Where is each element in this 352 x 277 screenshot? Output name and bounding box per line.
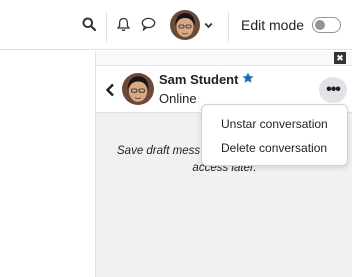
close-drawer-button[interactable]: ✖ <box>334 52 346 64</box>
conversation-actions-menu: Unstar conversation Delete conversation <box>201 104 348 166</box>
bell-icon[interactable] <box>114 15 132 33</box>
menu-item-unstar[interactable]: Unstar conversation <box>202 115 347 133</box>
chevron-down-icon <box>204 16 213 34</box>
top-navbar: Edit mode <box>0 0 352 50</box>
star-icon <box>242 72 254 87</box>
contact-avatar[interactable] <box>122 73 154 105</box>
edit-mode-toggle[interactable]: Edit mode <box>241 14 342 36</box>
ellipsis-icon: ••• <box>326 81 341 98</box>
contact-name[interactable]: Sam Student <box>159 72 254 87</box>
drawer-topbar: ✖ <box>96 51 352 65</box>
avatar <box>170 10 200 40</box>
contact-name-label: Sam Student <box>159 72 239 87</box>
user-menu[interactable] <box>170 10 213 40</box>
edit-mode-label: Edit mode <box>241 17 305 33</box>
chat-icon[interactable] <box>139 15 157 33</box>
contact-status: Online <box>159 91 197 106</box>
back-arrow-icon[interactable] <box>102 80 118 100</box>
search-icon[interactable] <box>80 15 98 33</box>
page-content <box>0 51 95 277</box>
toggle-knob <box>315 20 326 30</box>
nav-divider <box>228 12 229 42</box>
nav-divider <box>106 12 107 42</box>
menu-item-delete[interactable]: Delete conversation <box>202 139 347 157</box>
edit-mode-switch[interactable] <box>312 17 342 33</box>
more-options-button[interactable]: ••• <box>319 77 347 103</box>
